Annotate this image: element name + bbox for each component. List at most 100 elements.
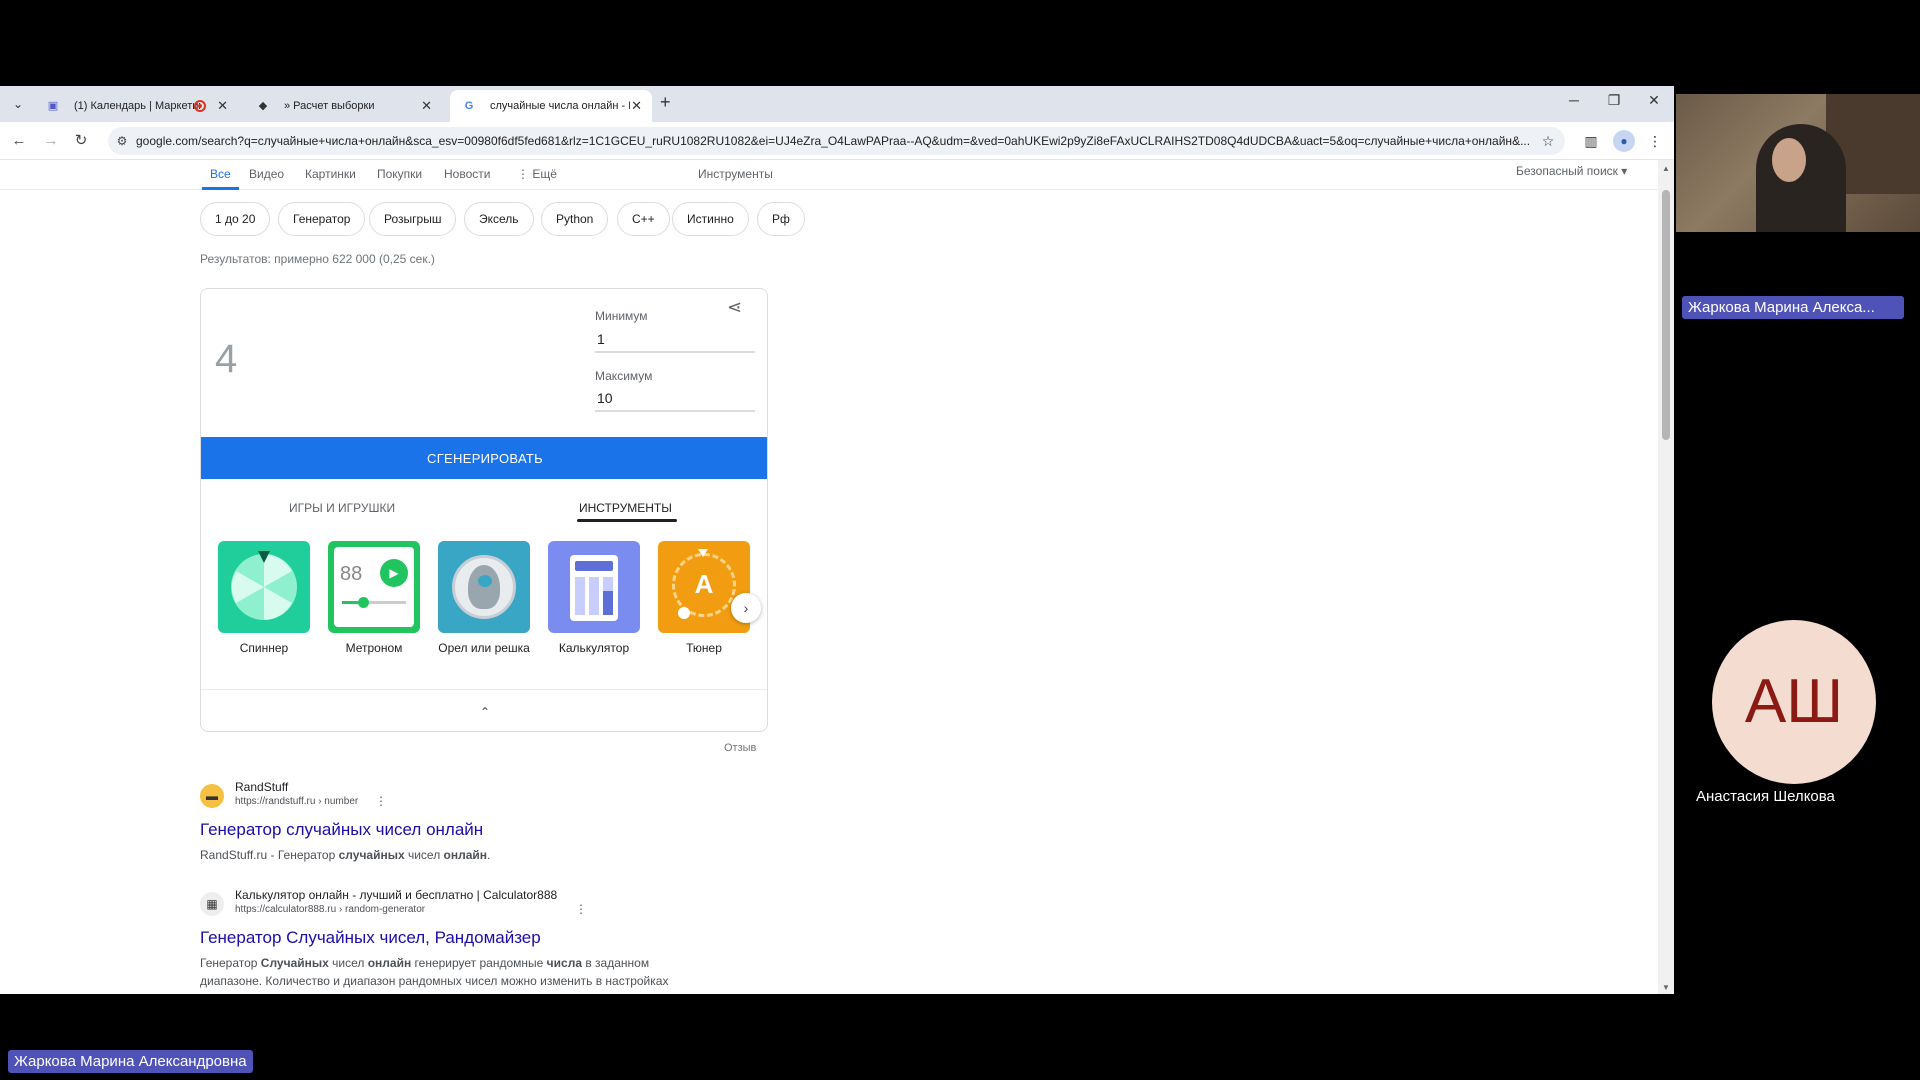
- scroll-up-icon[interactable]: ▲: [1662, 164, 1670, 173]
- metronome-bpm: 88: [340, 563, 363, 585]
- minimize-icon[interactable]: ─: [1562, 92, 1586, 108]
- close-tab-icon[interactable]: ✕: [421, 90, 432, 122]
- feedback-link[interactable]: Отзыв: [724, 742, 756, 754]
- recording-icon: [194, 100, 206, 112]
- close-tab-icon[interactable]: ✕: [631, 90, 642, 122]
- browser-window: ⌄ ▣ (1) Календарь | Маркетин ✕ ◆ » Расче…: [0, 86, 1674, 994]
- random-number-generator-widget: 4 ⋖ Минимум Максимум СГЕНЕРИРОВАТЬ ИГРЫ …: [200, 288, 768, 732]
- tab-more[interactable]: ⋮ Ещё: [517, 164, 557, 190]
- generate-button[interactable]: СГЕНЕРИРОВАТЬ: [201, 437, 767, 479]
- google-icon: G: [464, 100, 474, 112]
- presenter-name-tag: Жаркова Марина Александровна: [8, 1050, 253, 1073]
- new-tab-plus-icon[interactable]: +: [660, 92, 671, 113]
- search-result: ▦ Калькулятор онлайн - лучший и бесплатн…: [200, 888, 900, 994]
- safesearch-dropdown[interactable]: Безопасный поиск ▾: [1516, 164, 1627, 178]
- tool-coin-flip[interactable]: Орел или решка: [438, 541, 530, 656]
- result-site-name[interactable]: RandStuff: [235, 780, 288, 794]
- result-snippet: Генератор Случайных чисел онлайн генерир…: [200, 956, 669, 988]
- tab-all[interactable]: Все: [202, 164, 239, 190]
- bookmark-star-icon[interactable]: ☆: [1537, 130, 1559, 152]
- tab-news[interactable]: Новости: [444, 164, 490, 190]
- max-input[interactable]: [595, 386, 755, 412]
- metronome-icon: 88 ▶: [328, 541, 420, 633]
- menu-kebab-icon[interactable]: ⋮: [1644, 130, 1666, 152]
- calculator-icon: [548, 541, 640, 633]
- teams-icon: ▣: [47, 100, 59, 112]
- site-settings-icon[interactable]: ⚙: [114, 133, 130, 149]
- generated-number: 4: [215, 337, 238, 381]
- more-dots-icon: ⋮: [517, 167, 533, 181]
- tab-google-search[interactable]: G случайные числа онлайн - П ✕: [450, 90, 652, 122]
- url-text[interactable]: google.com/search?q=случайные+числа+онла…: [136, 127, 1555, 155]
- collapse-chevron-up-icon[interactable]: ⌃: [201, 689, 767, 731]
- result-menu-icon[interactable]: ⋮: [575, 902, 587, 916]
- profile-icon[interactable]: ●: [1613, 130, 1635, 152]
- result-snippet: RandStuff.ru - Генератор случайных чисел…: [200, 848, 491, 862]
- screen: ⌄ ▣ (1) Календарь | Маркетин ✕ ◆ » Расче…: [0, 0, 1920, 1080]
- close-window-icon[interactable]: ✕: [1642, 92, 1666, 109]
- tab-more-label: Ещё: [532, 167, 557, 181]
- tool-label: Спиннер: [239, 641, 289, 655]
- result-title-link[interactable]: Генератор случайных чисел онлайн: [200, 820, 483, 840]
- result-cite-url[interactable]: https://randstuff.ru › number: [235, 796, 358, 807]
- tool-spinner[interactable]: Спиннер: [218, 541, 310, 656]
- active-tab-indicator: [577, 519, 677, 522]
- back-arrow-icon[interactable]: ←: [8, 130, 30, 152]
- category-games-tab[interactable]: ИГРЫ И ИГРУШКИ: [289, 501, 395, 515]
- search-result: ▬ RandStuff https://randstuff.ru › numbe…: [200, 780, 800, 870]
- tool-label: Тюнер: [686, 641, 722, 655]
- participant-name: Анастасия Шелкова: [1696, 788, 1835, 805]
- browser-toolbar: ← → ↻ ⚙ google.com/search?q=случайные+чи…: [0, 122, 1674, 160]
- chip[interactable]: Розыгрыш: [369, 202, 457, 236]
- tab-title: » Расчет выборки: [284, 100, 375, 112]
- randstuff-favicon-icon: ▬: [200, 784, 224, 808]
- chip[interactable]: Python: [541, 202, 609, 236]
- safesearch-label: Безопасный поиск: [1516, 164, 1618, 178]
- chip[interactable]: C++: [617, 202, 670, 236]
- chip[interactable]: Генератор: [278, 202, 366, 236]
- max-label: Максимум: [595, 369, 653, 383]
- result-title-link[interactable]: Генератор Случайных чисел, Рандомайзер: [200, 928, 541, 948]
- tab-tools[interactable]: Инструменты: [698, 164, 773, 190]
- tool-label: Калькулятор: [558, 641, 630, 655]
- tool-metronome[interactable]: 88 ▶ Метроном: [328, 541, 420, 656]
- close-tab-icon[interactable]: ✕: [217, 90, 228, 122]
- result-menu-icon[interactable]: ⋮: [375, 794, 387, 808]
- calculator-favicon-icon: ▦: [200, 892, 224, 916]
- share-icon[interactable]: ⋖: [727, 297, 742, 318]
- tab-video[interactable]: Видео: [249, 164, 284, 190]
- result-site-name[interactable]: Калькулятор онлайн - лучший и бесплатно …: [235, 888, 557, 902]
- speaker-video-feed: [1676, 94, 1920, 232]
- category-tools-tab[interactable]: ИНСТРУМЕНТЫ: [579, 501, 672, 515]
- tool-label: Орел или решка: [438, 641, 530, 655]
- tab-images[interactable]: Картинки: [305, 164, 356, 190]
- caret-down-icon: ▾: [1621, 164, 1628, 178]
- tool-calculator[interactable]: Калькулятор: [548, 541, 640, 656]
- results-count: Результатов: примерно 622 000 (0,25 сек.…: [200, 252, 435, 266]
- tab-search-chevron-icon[interactable]: ⌄: [8, 94, 28, 114]
- speaker-name-tag: Жаркова Марина Алекса...: [1682, 296, 1904, 319]
- scrollbar-thumb[interactable]: [1662, 190, 1670, 440]
- address-bar[interactable]: ⚙ google.com/search?q=случайные+числа+он…: [108, 127, 1565, 155]
- tab-shopping[interactable]: Покупки: [377, 164, 422, 190]
- scroll-down-icon[interactable]: ▼: [1662, 983, 1670, 992]
- restore-icon[interactable]: ❐: [1602, 92, 1626, 109]
- reload-icon[interactable]: ↻: [70, 130, 92, 152]
- tab-title: случайные числа онлайн - П: [490, 100, 630, 112]
- page-scrollbar[interactable]: ▲ ▼: [1658, 160, 1674, 994]
- carousel-next-chevron-icon[interactable]: ›: [731, 593, 761, 623]
- tab-sample-size[interactable]: ◆ » Расчет выборки ✕: [244, 90, 442, 122]
- chip[interactable]: Рф: [757, 202, 805, 236]
- result-cite-url[interactable]: https://calculator888.ru › random-genera…: [235, 904, 425, 915]
- spinner-icon: [218, 541, 310, 633]
- participant-avatar: АШ: [1712, 620, 1876, 784]
- chip[interactable]: 1 до 20: [200, 202, 271, 236]
- search-results-page: Все Видео Картинки Покупки Новости ⋮ Ещё…: [0, 160, 1658, 994]
- chip[interactable]: Эксель: [464, 202, 534, 236]
- tab-title: (1) Календарь | Маркетин: [74, 100, 202, 112]
- forward-arrow-icon[interactable]: →: [40, 130, 62, 152]
- side-panel-icon[interactable]: ▥: [1580, 130, 1602, 152]
- min-input[interactable]: [595, 327, 755, 353]
- chip[interactable]: Истинно: [672, 202, 749, 236]
- tab-calendar[interactable]: ▣ (1) Календарь | Маркетин ✕: [34, 90, 238, 122]
